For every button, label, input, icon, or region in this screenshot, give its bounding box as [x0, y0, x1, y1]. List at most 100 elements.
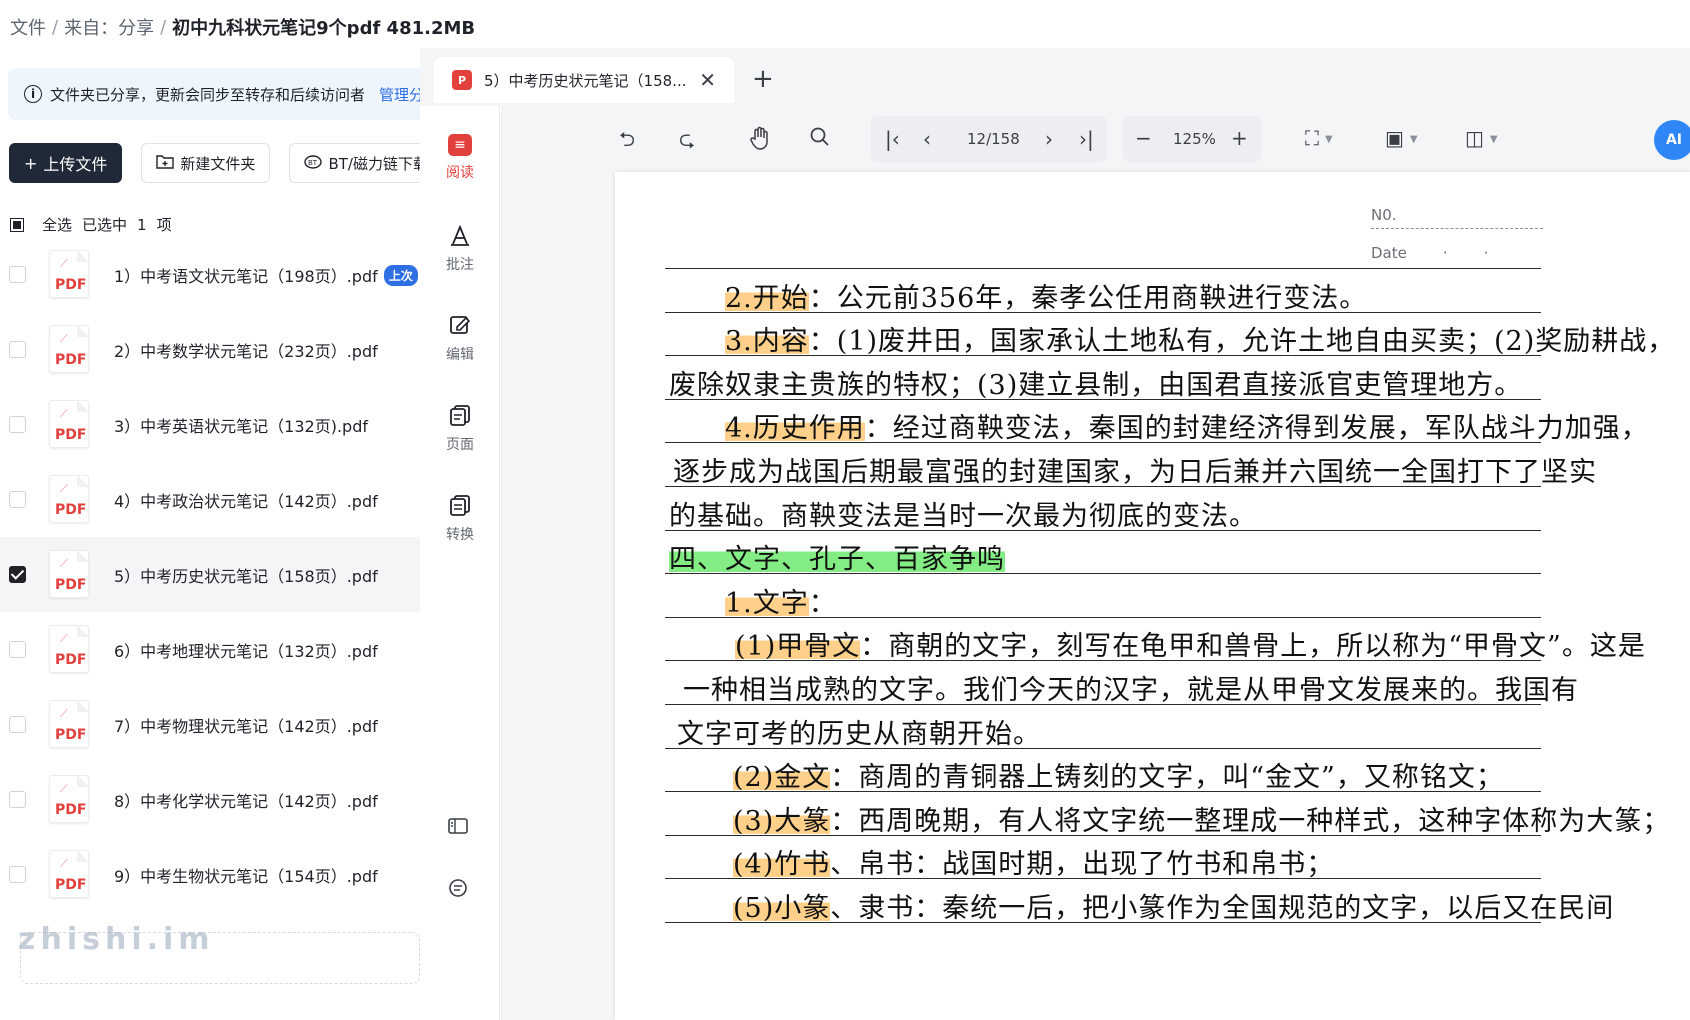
action-buttons: + 上传文件 新建文件夹 BT BT/磁力链下载 — [9, 143, 420, 183]
sidebar-item-annotate[interactable]: 批注 — [420, 224, 500, 274]
select-all-label[interactable]: 全选 — [42, 214, 72, 235]
sidebar-read-label: 阅读 — [446, 165, 474, 181]
select-all-checkbox[interactable] — [10, 217, 24, 232]
handwritten-line: 逐步成为战国后期最富强的封建国家，为日后兼并六国统一全国打下了坚实 — [673, 457, 1597, 488]
file-row[interactable]: ⟋ PDF 4）中考政治状元笔记（142页）.pdf — [0, 462, 420, 537]
zoom-out-icon[interactable]: − — [1135, 126, 1152, 150]
fullscreen-icon[interactable]: ▣ ▼ — [1385, 126, 1418, 152]
sidebar-item-edit[interactable]: 编辑 — [420, 314, 500, 364]
file-row[interactable]: ⟋ PDF 6）中考地理状元笔记（132页）.pdf — [0, 612, 420, 687]
file-row[interactable]: ⟋ PDF 2）中考数学状元笔记（232页）.pdf — [0, 312, 420, 387]
breadcrumb-current-folder: 初中九科状元笔记9个pdf 481.2MB — [172, 18, 476, 39]
new-tab-icon[interactable]: + — [752, 64, 774, 94]
pdf-viewer: P 5）中考历史状元笔记（158... ✕ + ≡ 阅读 批注 编辑 页面 转换… — [420, 48, 1690, 1020]
chevron-down-icon[interactable]: ▼ — [1325, 134, 1333, 145]
file-name[interactable]: 7）中考物理状元笔记（142页）.pdf — [114, 713, 378, 737]
close-tab-icon[interactable]: ✕ — [699, 68, 716, 92]
comment-icon[interactable] — [447, 878, 469, 903]
handwritten-line: 1.文字： — [725, 587, 837, 619]
zoom-in-icon[interactable]: + — [1231, 126, 1248, 150]
ai-assistant-button[interactable]: AI — [1654, 120, 1690, 160]
chevron-down-icon[interactable]: ▼ — [1490, 134, 1498, 145]
search-icon[interactable] — [809, 126, 831, 153]
selection-bar: 全选 已选中 1 项 — [10, 214, 182, 235]
sidebar-pages-label: 页面 — [446, 437, 474, 453]
file-checkbox[interactable] — [9, 866, 26, 883]
file-checkbox[interactable] — [9, 341, 26, 358]
bt-magnet-label: BT/磁力链下载 — [328, 154, 420, 173]
pdf-file-icon: ⟋ PDF — [49, 550, 89, 598]
file-name[interactable]: 2）中考数学状元笔记（232页）.pdf — [114, 338, 378, 362]
pdf-file-icon: ⟋ PDF — [49, 775, 89, 823]
upload-file-label: 上传文件 — [43, 155, 108, 174]
first-page-icon[interactable]: |‹ — [885, 127, 900, 151]
file-checkbox[interactable] — [9, 791, 26, 808]
upload-file-button[interactable]: + 上传文件 — [9, 143, 123, 183]
handwritten-line: 文字可考的历史从商朝开始。 — [677, 718, 1041, 750]
new-folder-button[interactable]: 新建文件夹 — [141, 143, 271, 183]
file-checkbox[interactable] — [9, 566, 26, 583]
handwritten-line: 4.历史作用：经过商鞅变法，秦国的封建经济得到发展，军队战斗力加强， — [725, 413, 1649, 445]
sidebar-item-read[interactable]: ≡ 阅读 — [420, 134, 500, 182]
watermark: zhishi.im — [18, 922, 215, 957]
file-checkbox[interactable] — [9, 641, 26, 658]
page-layout-icon[interactable]: ◫ ▼ — [1465, 126, 1498, 152]
file-row[interactable]: ⟋ PDF 7）中考物理状元笔记（142页）.pdf — [0, 687, 420, 762]
edit-icon — [447, 314, 473, 338]
sidebar-item-pages[interactable]: 页面 — [420, 404, 500, 454]
file-row[interactable]: ⟋ PDF 8）中考化学状元笔记（142页）.pdf — [0, 762, 420, 837]
viewer-tab-bar: P 5）中考历史状元笔记（158... ✕ + — [420, 48, 1690, 106]
chevron-down-icon[interactable]: ▼ — [1410, 134, 1418, 145]
breadcrumb: 文件 / 来自：分享 / 初中九科状元笔记9个pdf 481.2MB — [10, 14, 475, 40]
convert-icon — [447, 494, 473, 518]
pdf-file-icon: ⟋ PDF — [49, 700, 89, 748]
pdf-file-icon: ⟋ PDF — [49, 325, 89, 373]
file-checkbox[interactable] — [9, 716, 26, 733]
manage-share-link[interactable]: 管理分 — [379, 84, 420, 105]
document-tab-title: 5）中考历史状元笔记（158... — [484, 71, 687, 90]
undo-icon[interactable]: ⮌ — [619, 127, 635, 151]
file-name[interactable]: 6）中考地理状元笔记（132页）.pdf — [114, 638, 378, 662]
handwritten-line: 一种相当成熟的文字。我们今天的汉字，就是从甲骨文发展来的。我国有 — [683, 675, 1579, 706]
fit-page-icon[interactable]: ⛶ ▼ — [1305, 126, 1333, 152]
file-row[interactable]: ⟋ PDF 1）中考语文状元笔记（198页）.pdf 上次 — [0, 237, 420, 312]
next-page-icon[interactable]: › — [1045, 127, 1053, 151]
last-page-icon[interactable]: ›| — [1079, 127, 1094, 151]
file-checkbox[interactable] — [9, 266, 26, 283]
selected-prefix: 已选中 — [82, 216, 128, 234]
file-checkbox[interactable] — [9, 416, 26, 433]
prev-page-icon[interactable]: ‹ — [923, 127, 931, 151]
read-icon: ≡ — [448, 134, 472, 156]
breadcrumb-shared[interactable]: 来自：分享 — [64, 14, 154, 40]
app-root: 文件 / 来自：分享 / 初中九科状元笔记9个pdf 481.2MB i 文件夹… — [0, 0, 1690, 1020]
breadcrumb-separator: / — [160, 16, 167, 38]
handwritten-line: 2.开始：公元前356年，秦孝公任用商鞅进行变法。 — [725, 282, 1368, 314]
zoom-level[interactable]: 125% — [1173, 130, 1216, 148]
hand-tool-icon[interactable] — [749, 126, 771, 155]
file-name[interactable]: 4）中考政治状元笔记（142页）.pdf — [114, 488, 378, 512]
page-indicator[interactable]: 12/158 — [967, 130, 1020, 148]
viewer-sidebar: ≡ 阅读 批注 编辑 页面 转换 — [420, 106, 500, 1020]
file-row[interactable]: ⟋ PDF 9）中考生物状元笔记（154页）.pdf — [0, 837, 420, 912]
file-checkbox[interactable] — [9, 491, 26, 508]
file-row[interactable]: ⟋ PDF 5）中考历史状元笔记（158页）.pdf — [0, 537, 420, 612]
file-row[interactable]: ⟋ PDF 3）中考英语状元笔记（132页).pdf — [0, 387, 420, 462]
handwritten-line: 四、文字、孔子、百家争鸣 — [669, 544, 1005, 576]
pdf-file-icon: ⟋ PDF — [49, 250, 89, 298]
file-name[interactable]: 1）中考语文状元笔记（198页）.pdf 上次 — [114, 263, 418, 287]
redo-icon[interactable]: ⮎ — [679, 127, 695, 151]
file-name[interactable]: 9）中考生物状元笔记（154页）.pdf — [114, 863, 378, 887]
breadcrumb-files[interactable]: 文件 — [10, 14, 46, 40]
document-tab[interactable]: P 5）中考历史状元笔记（158... ✕ — [434, 57, 734, 103]
ruled-line — [665, 268, 1541, 269]
bt-magnet-download-button[interactable]: BT BT/磁力链下载 — [289, 143, 420, 183]
file-name[interactable]: 5）中考历史状元笔记（158页）.pdf — [114, 563, 378, 587]
pdf-file-icon: ⟋ PDF — [49, 400, 89, 448]
file-list: ⟋ PDF 1）中考语文状元笔记（198页）.pdf 上次 ⟋ PDF 2）中考数学状元笔记… — [0, 237, 420, 912]
sidebar-item-convert[interactable]: 转换 — [420, 494, 500, 544]
outline-panel-icon[interactable] — [447, 816, 469, 841]
document-canvas: ⮌ ⮎ |‹ ‹ 12/158 › ›| − 125% + ⛶ ▼ ▣ ▼ ◫ … — [501, 106, 1690, 1020]
pdf-page: N0. Date · · 2.开始：公元前356年，秦孝公任用商鞅进行变法。 3.内容… — [615, 172, 1690, 1020]
file-name[interactable]: 3）中考英语状元笔记（132页).pdf — [114, 413, 368, 437]
file-name[interactable]: 8）中考化学状元笔记（142页）.pdf — [114, 788, 378, 812]
